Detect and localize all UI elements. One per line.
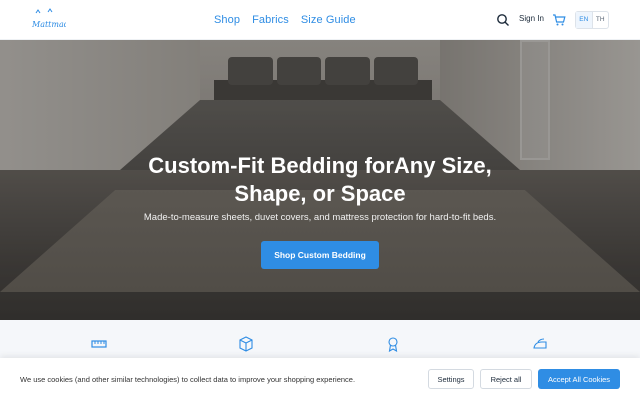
search-button[interactable] xyxy=(496,13,510,27)
brand-logo[interactable]: Mattmade xyxy=(30,8,66,32)
award-icon xyxy=(388,337,398,352)
search-icon xyxy=(497,14,509,26)
nav-fabrics[interactable]: Fabrics xyxy=(252,14,289,26)
cart-button[interactable] xyxy=(552,13,566,27)
signin-link[interactable]: Sign In xyxy=(519,14,544,23)
iron-icon xyxy=(533,338,547,349)
cart-icon xyxy=(553,14,566,26)
hero-title: Custom-Fit Bedding forAny Size, Shape, o… xyxy=(0,152,640,208)
main-nav: Shop Fabrics Size Guide xyxy=(214,0,356,40)
lang-en-option[interactable]: EN xyxy=(576,12,593,28)
cookie-settings-button[interactable]: Settings xyxy=(428,369,474,389)
svg-text:Mattmade: Mattmade xyxy=(31,20,66,29)
cookie-message: We use cookies (and other similar techno… xyxy=(20,375,356,384)
lang-th-option[interactable]: TH xyxy=(593,12,609,28)
shop-custom-bedding-button[interactable]: Shop Custom Bedding xyxy=(261,241,379,269)
language-switcher: EN TH xyxy=(575,11,609,29)
logo-icon: Mattmade xyxy=(31,8,66,29)
hero-banner: Custom-Fit Bedding forAny Size, Shape, o… xyxy=(0,40,640,320)
cookie-consent-bar: We use cookies (and other similar techno… xyxy=(0,358,640,400)
feature-ruler xyxy=(91,336,111,354)
cookie-accept-all-button[interactable]: Accept All Cookies xyxy=(538,369,620,389)
cookie-reject-all-button[interactable]: Reject all xyxy=(480,369,532,389)
hero-title-line1: Custom-Fit Bedding forAny Size, xyxy=(148,153,492,178)
feature-box xyxy=(238,336,258,354)
ruler-icon xyxy=(91,340,107,348)
hero-title-line2: Shape, or Space xyxy=(234,181,406,206)
feature-award xyxy=(385,336,405,354)
hero-subtitle: Made-to-measure sheets, duvet covers, an… xyxy=(143,212,497,223)
feature-iron xyxy=(532,336,552,354)
nav-shop[interactable]: Shop xyxy=(214,14,240,26)
site-header: Mattmade Shop Fabrics Size Guide Sign In… xyxy=(0,0,640,40)
nav-size-guide[interactable]: Size Guide xyxy=(301,14,356,26)
box-icon xyxy=(239,336,253,352)
